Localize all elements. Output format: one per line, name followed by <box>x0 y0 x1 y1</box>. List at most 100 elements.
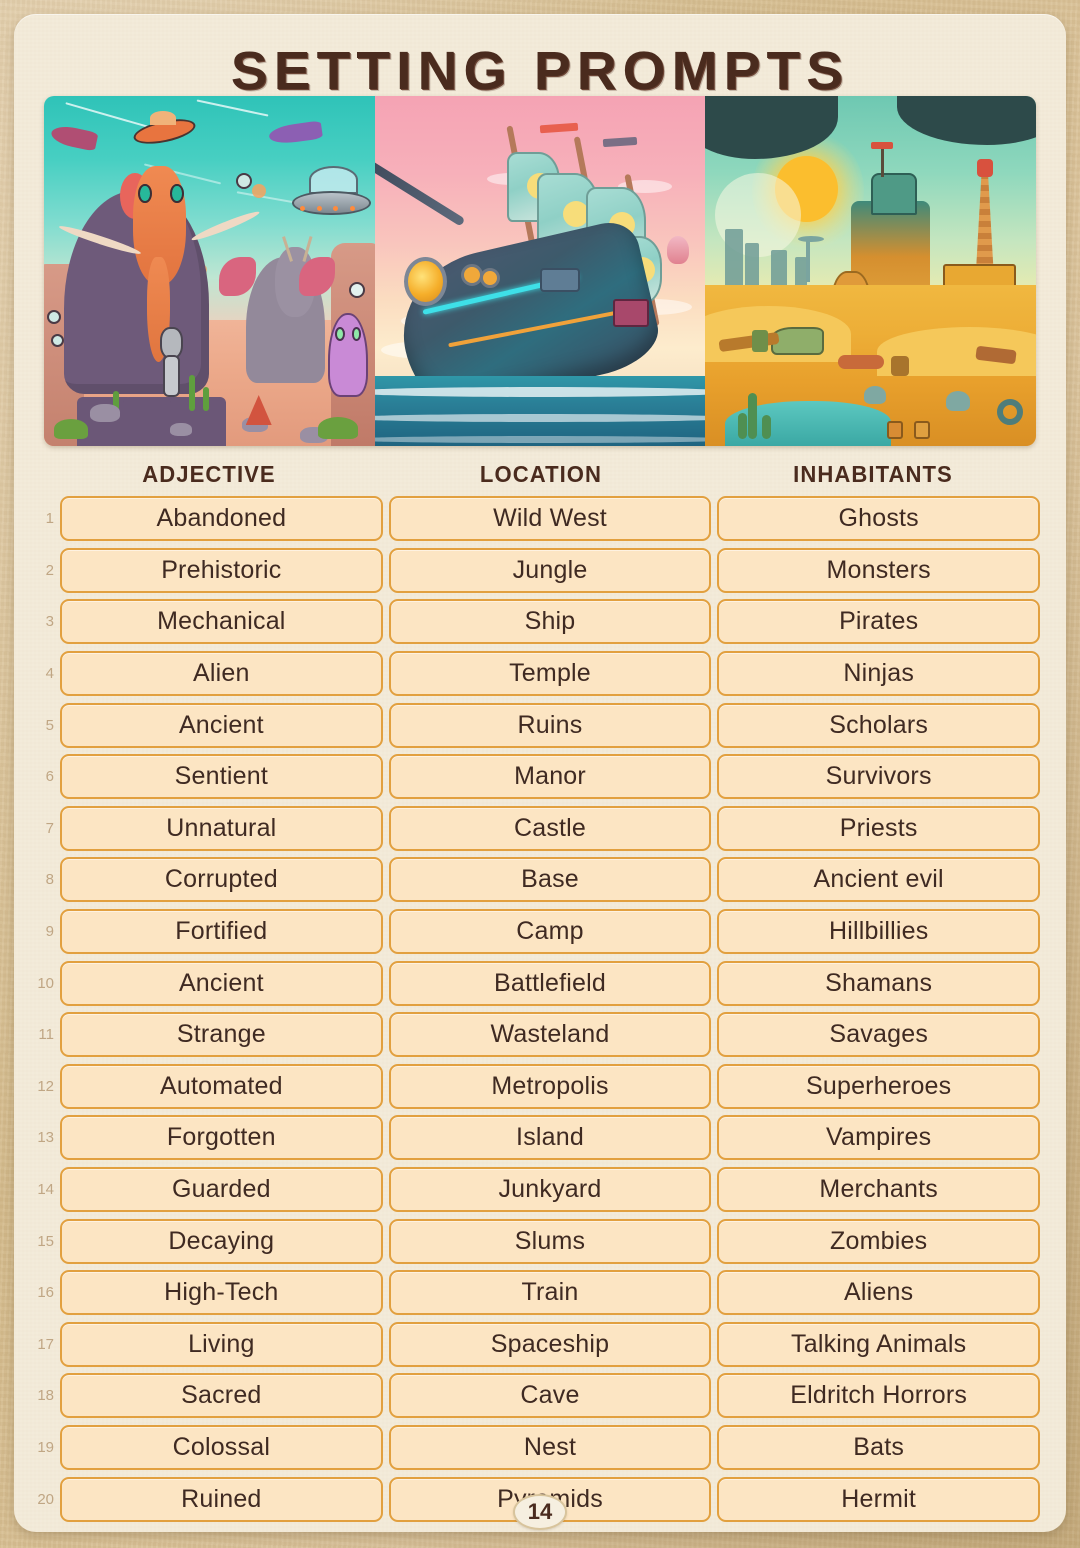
cell-adjective[interactable]: Colossal <box>60 1424 383 1470</box>
cell-inhabitants[interactable]: Eldritch Horrors <box>717 1373 1041 1419</box>
cell-location[interactable]: Ship <box>388 599 712 645</box>
cell-adjective[interactable]: High-Tech <box>60 1270 383 1316</box>
cell-adjective[interactable]: Unnatural <box>60 805 383 851</box>
table-row: 18 Sacred Cave Eldritch Horrors <box>32 1370 1041 1422</box>
table-row: 9 Fortified Camp Hillbillies <box>32 906 1041 958</box>
cell-adjective[interactable]: Sacred <box>60 1373 383 1419</box>
cell-inhabitants[interactable]: Priests <box>717 805 1041 851</box>
cell-adjective[interactable]: Fortified <box>60 909 383 955</box>
table-row: 6 Sentient Manor Survivors <box>32 751 1041 803</box>
row-cells: Forgotten Island Vampires <box>60 1115 1041 1161</box>
cell-adjective[interactable]: Forgotten <box>60 1115 383 1161</box>
cell-inhabitants[interactable]: Scholars <box>717 702 1041 748</box>
cell-inhabitants[interactable]: Ancient evil <box>717 857 1041 903</box>
cell-location[interactable]: Temple <box>388 651 712 697</box>
cell-inhabitants[interactable]: Survivors <box>717 754 1041 800</box>
cell-inhabitants[interactable]: Merchants <box>717 1167 1041 1213</box>
table-row: 5 Ancient Ruins Scholars <box>32 699 1041 751</box>
cell-location[interactable]: Ruins <box>388 702 712 748</box>
cell-inhabitants[interactable]: Aliens <box>717 1270 1041 1316</box>
cell-adjective[interactable]: Sentient <box>60 754 383 800</box>
cell-location[interactable]: Manor <box>388 754 712 800</box>
illustration-strip <box>44 96 1036 446</box>
row-cells: Guarded Junkyard Merchants <box>60 1167 1041 1213</box>
table-row: 3 Mechanical Ship Pirates <box>32 596 1041 648</box>
cell-location[interactable]: Base <box>388 857 712 903</box>
cell-adjective[interactable]: Automated <box>60 1063 383 1109</box>
row-cells: Sacred Cave Eldritch Horrors <box>60 1373 1041 1419</box>
table-row: 15 Decaying Slums Zombies <box>32 1215 1041 1267</box>
row-cells: Strange Wasteland Savages <box>60 1012 1041 1058</box>
cell-adjective[interactable]: Ancient <box>60 960 383 1006</box>
cell-inhabitants[interactable]: Hermit <box>717 1476 1041 1522</box>
row-cells: Fortified Camp Hillbillies <box>60 909 1041 955</box>
cell-adjective[interactable]: Ancient <box>60 702 383 748</box>
cell-location[interactable]: Slums <box>388 1218 712 1264</box>
cell-inhabitants[interactable]: Superheroes <box>717 1063 1041 1109</box>
cell-adjective[interactable]: Mechanical <box>60 599 383 645</box>
cell-location[interactable]: Cave <box>388 1373 712 1419</box>
cell-location[interactable]: Island <box>388 1115 712 1161</box>
row-number: 18 <box>37 1387 54 1405</box>
cell-inhabitants[interactable]: Ghosts <box>717 496 1041 542</box>
table-row: 11 Strange Wasteland Savages <box>32 1009 1041 1061</box>
cell-adjective[interactable]: Abandoned <box>60 496 383 542</box>
cell-location[interactable]: Battlefield <box>388 960 712 1006</box>
cell-location[interactable]: Metropolis <box>388 1063 712 1109</box>
cell-inhabitants[interactable]: Hillbillies <box>717 909 1041 955</box>
column-headers: ADJECTIVE LOCATION INHABITANTS <box>46 461 1036 488</box>
row-cells: Automated Metropolis Superheroes <box>60 1063 1041 1109</box>
row-number: 7 <box>45 819 54 837</box>
cell-location[interactable]: Castle <box>388 805 712 851</box>
row-number: 11 <box>38 1026 54 1044</box>
row-cells: Ancient Battlefield Shamans <box>60 960 1041 1006</box>
row-number: 10 <box>37 974 54 992</box>
cell-adjective[interactable]: Living <box>60 1321 383 1367</box>
cell-inhabitants[interactable]: Shamans <box>717 960 1041 1006</box>
cell-inhabitants[interactable]: Vampires <box>717 1115 1041 1161</box>
row-cells: High-Tech Train Aliens <box>60 1270 1041 1316</box>
cell-adjective[interactable]: Strange <box>60 1012 383 1058</box>
cell-location[interactable]: Wasteland <box>388 1012 712 1058</box>
cell-inhabitants[interactable]: Pirates <box>717 599 1041 645</box>
row-cells: Abandoned Wild West Ghosts <box>60 496 1041 542</box>
row-number: 14 <box>37 1181 54 1199</box>
table-row: 8 Corrupted Base Ancient evil <box>32 854 1041 906</box>
cell-location[interactable]: Train <box>388 1270 712 1316</box>
row-cells: Colossal Nest Bats <box>60 1424 1041 1470</box>
row-number: 4 <box>45 665 54 683</box>
cell-location[interactable]: Nest <box>388 1424 712 1470</box>
cell-inhabitants[interactable]: Monsters <box>717 547 1041 593</box>
table-row: 16 High-Tech Train Aliens <box>32 1267 1041 1319</box>
row-number: 19 <box>37 1438 54 1456</box>
cell-location[interactable]: Wild West <box>388 496 712 542</box>
table-row: 7 Unnatural Castle Priests <box>32 803 1041 855</box>
cell-adjective[interactable]: Ruined <box>60 1476 383 1522</box>
row-cells: Living Spaceship Talking Animals <box>60 1321 1041 1367</box>
cell-inhabitants[interactable]: Talking Animals <box>717 1321 1041 1367</box>
table-row: 13 Forgotten Island Vampires <box>32 1112 1041 1164</box>
cell-inhabitants[interactable]: Bats <box>717 1424 1041 1470</box>
cell-adjective[interactable]: Guarded <box>60 1167 383 1213</box>
row-number: 3 <box>45 613 54 631</box>
cell-location[interactable]: Spaceship <box>388 1321 712 1367</box>
cell-adjective[interactable]: Alien <box>60 651 383 697</box>
cell-location[interactable]: Camp <box>388 909 712 955</box>
cell-inhabitants[interactable]: Zombies <box>717 1218 1041 1264</box>
row-number: 8 <box>45 871 54 889</box>
table-row: 17 Living Spaceship Talking Animals <box>32 1319 1041 1371</box>
row-number: 17 <box>37 1335 54 1353</box>
illustration-prehistoric-alien-desert <box>44 96 375 446</box>
cell-inhabitants[interactable]: Ninjas <box>717 651 1041 697</box>
cell-inhabitants[interactable]: Savages <box>717 1012 1041 1058</box>
cell-adjective[interactable]: Corrupted <box>60 857 383 903</box>
cell-adjective[interactable]: Decaying <box>60 1218 383 1264</box>
cell-location[interactable]: Jungle <box>388 547 712 593</box>
illustration-post-apocalyptic-wasteland <box>705 96 1036 446</box>
page-number-badge: 14 <box>513 1494 567 1530</box>
cell-location[interactable]: Junkyard <box>388 1167 712 1213</box>
illustration-steampunk-airship-at-sea <box>374 96 706 446</box>
row-number: 9 <box>45 923 54 941</box>
row-cells: Ancient Ruins Scholars <box>60 702 1041 748</box>
cell-adjective[interactable]: Prehistoric <box>60 547 383 593</box>
